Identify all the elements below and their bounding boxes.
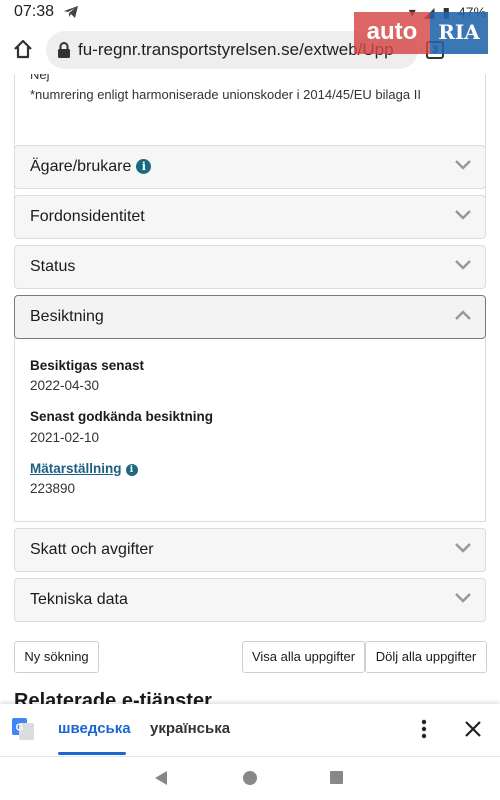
accordion-identity-label: Fordonsidentitet <box>30 208 145 225</box>
field-label: Besiktigas senast <box>30 358 145 373</box>
accordion-status[interactable]: Status <box>14 245 486 289</box>
google-translate-icon: G <box>12 718 34 740</box>
accordion-inspection-label: Besiktning <box>30 308 104 325</box>
source-language-tab[interactable]: шведська <box>58 720 131 737</box>
field-value: 223890 <box>30 481 76 496</box>
watermark-auto: auto <box>354 12 430 54</box>
svg-text:G: G <box>16 723 24 734</box>
field-value: 2021-02-10 <box>30 430 100 445</box>
watermark-ria: RIA <box>430 12 488 54</box>
info-icon[interactable]: i <box>136 159 152 174</box>
chevron-down-icon <box>455 260 471 270</box>
footnote: *numrering enligt harmoniserade unionsko… <box>30 87 421 102</box>
home-button-icon[interactable] <box>243 771 257 785</box>
new-search-button[interactable]: Ny sökning <box>14 641 99 673</box>
truncated-value: Nej <box>30 74 50 82</box>
target-language-tab[interactable]: українська <box>150 720 230 737</box>
chevron-down-icon <box>455 593 471 603</box>
page-content: Nej *numrering enligt harmoniserade unio… <box>0 74 500 704</box>
vehicle-info-card: Nej *numrering enligt harmoniserade unio… <box>14 74 486 212</box>
odometer-link[interactable]: Mätarställning <box>30 461 122 476</box>
telegram-icon <box>64 6 78 18</box>
chevron-down-icon <box>455 543 471 553</box>
home-icon[interactable] <box>12 38 34 60</box>
accordion-tax[interactable]: Skatt och avgifter <box>14 528 486 572</box>
inspection-panel: Besiktigas senast 2022-04-30 Senast godk… <box>14 338 486 522</box>
watermark-logo: auto RIA <box>354 12 488 54</box>
close-icon[interactable] <box>464 720 482 738</box>
field-value: 2022-04-30 <box>30 378 100 393</box>
clock: 07:38 <box>14 3 55 20</box>
accordion-technical-label: Tekniska data <box>30 591 128 608</box>
info-icon[interactable]: i <box>125 464 138 476</box>
chevron-down-icon <box>455 210 471 220</box>
accordion-identity[interactable]: Fordonsidentitet <box>14 195 486 239</box>
chevron-down-icon <box>455 160 471 170</box>
related-services-heading: Relaterade e-tjänster <box>14 690 212 704</box>
accordion-inspection[interactable]: Besiktning <box>14 295 486 339</box>
accordion-owner[interactable]: Ägare/brukare i <box>14 145 486 189</box>
hide-all-button[interactable]: Dölj alla uppgifter <box>365 641 487 673</box>
active-tab-indicator <box>58 752 126 755</box>
translate-bar: G шведська українська <box>0 704 500 756</box>
accordion-tax-label: Skatt och avgifter <box>30 541 154 558</box>
recent-apps-icon[interactable] <box>330 771 343 784</box>
accordion-technical[interactable]: Tekniska data <box>14 578 486 622</box>
back-icon[interactable] <box>154 771 168 785</box>
url-text: fu-regnr.transportstyrelsen.se/extweb/Up… <box>78 40 394 59</box>
accordion-status-label: Status <box>30 258 76 275</box>
lock-icon <box>58 42 70 58</box>
accordion-owner-label: Ägare/brukare <box>30 158 132 175</box>
system-navigation-bar <box>0 756 500 800</box>
chevron-up-icon <box>455 310 471 320</box>
show-all-button[interactable]: Visa alla uppgifter <box>242 641 365 673</box>
more-options-icon[interactable] <box>420 718 428 740</box>
field-label: Senast godkända besiktning <box>30 409 214 424</box>
